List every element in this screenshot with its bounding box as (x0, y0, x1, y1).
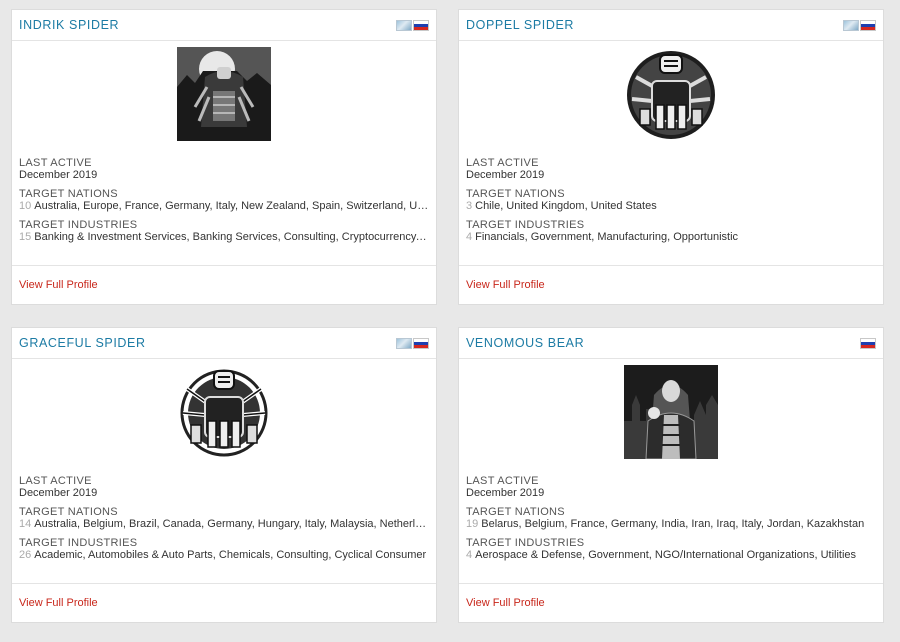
nations-list: Australia, Europe, France, Germany, Ital… (34, 200, 429, 212)
industries-count: 26 (19, 549, 32, 561)
card-header: DOPPEL SPIDER (459, 10, 883, 41)
card-header: INDRIK SPIDER (12, 10, 436, 41)
last-active-field: LAST ACTIVE December 2019 (466, 475, 876, 500)
last-active-field: LAST ACTIVE December 2019 (466, 157, 876, 182)
target-nations-label: TARGET NATIONS (19, 506, 118, 518)
nations-count: 3 (466, 200, 473, 212)
card-info: LAST ACTIVE December 2019 TARGET NATIONS… (459, 471, 883, 562)
card-footer: View Full Profile (459, 583, 883, 622)
target-nations-label: TARGET NATIONS (19, 188, 118, 200)
last-active-value: December 2019 (466, 169, 545, 181)
target-nations-value: 14 Australia, Belgium, Brazil, Canada, Ge… (19, 518, 429, 531)
industries-list: Banking & Investment Services, Banking S… (34, 231, 429, 243)
card-title[interactable]: DOPPEL SPIDER (466, 18, 574, 32)
industries-list: Financials, Government, Manufacturing, O… (475, 231, 739, 243)
nations-list: Belarus, Belgium, France, Germany, India… (481, 518, 865, 530)
last-active-value: December 2019 (466, 487, 545, 499)
view-full-profile-link[interactable]: View Full Profile (466, 279, 545, 291)
last-active-label: LAST ACTIVE (466, 475, 539, 487)
adversary-grid: INDRIK SPIDER LAST ACTIVE December 2019 … (0, 0, 900, 642)
target-industries-value: 26 Academic, Automobiles & Auto Parts, Ch… (19, 549, 429, 562)
nations-list: Australia, Belgium, Brazil, Canada, Germ… (34, 518, 429, 530)
portrait-container (12, 41, 436, 153)
nations-count: 14 (19, 518, 32, 530)
industries-count: 4 (466, 549, 473, 561)
portrait-container (459, 41, 883, 153)
flag-group (396, 337, 429, 349)
nations-count: 10 (19, 200, 32, 212)
last-active-label: LAST ACTIVE (19, 475, 92, 487)
target-industries-field: TARGET INDUSTRIES 15 Banking & Investment… (19, 219, 429, 244)
industries-list: Academic, Automobiles & Auto Parts, Chem… (34, 549, 427, 561)
last-active-value: December 2019 (19, 169, 98, 181)
last-active-field: LAST ACTIVE December 2019 (19, 475, 429, 500)
ecrime-flag-icon (396, 337, 412, 349)
target-industries-label: TARGET INDUSTRIES (466, 219, 585, 231)
target-industries-field: TARGET INDUSTRIES 26 Academic, Automobile… (19, 537, 429, 562)
portrait-container (12, 359, 436, 471)
ecrime-flag-icon (396, 19, 412, 31)
russia-flag-icon (860, 19, 876, 31)
industries-list: Aerospace & Defense, Government, NGO/Int… (475, 549, 857, 561)
russia-flag-icon (860, 337, 876, 349)
view-full-profile-link[interactable]: View Full Profile (466, 597, 545, 609)
last-active-field: LAST ACTIVE December 2019 (19, 157, 429, 182)
doppel-spider-portrait (627, 51, 715, 139)
flag-group (843, 19, 876, 31)
card-footer: View Full Profile (12, 265, 436, 304)
portrait-container (459, 359, 883, 471)
card-footer: View Full Profile (12, 583, 436, 622)
target-industries-field: TARGET INDUSTRIES 4 Aerospace & Defense, … (466, 537, 876, 562)
indrik-spider-portrait (177, 47, 271, 141)
adversary-card: INDRIK SPIDER LAST ACTIVE December 2019 … (11, 9, 437, 305)
nations-count: 19 (466, 518, 479, 530)
last-active-value: December 2019 (19, 487, 98, 499)
card-info: LAST ACTIVE December 2019 TARGET NATIONS… (12, 471, 436, 562)
target-nations-value: 19 Belarus, Belgium, France, Germany, Ind… (466, 518, 876, 531)
venomous-bear-portrait (624, 365, 718, 459)
view-full-profile-link[interactable]: View Full Profile (19, 279, 98, 291)
target-industries-value: 15 Banking & Investment Services, Banking… (19, 231, 429, 244)
target-nations-value: 3 Chile, United Kingdom, United States (466, 200, 876, 213)
target-nations-value: 10 Australia, Europe, France, Germany, It… (19, 200, 429, 213)
graceful-spider-portrait (180, 369, 268, 457)
card-header: GRACEFUL SPIDER (12, 328, 436, 359)
target-industries-label: TARGET INDUSTRIES (19, 219, 138, 231)
target-nations-field: TARGET NATIONS 10 Australia, Europe, Fran… (19, 188, 429, 213)
card-info: LAST ACTIVE December 2019 TARGET NATIONS… (12, 153, 436, 244)
target-industries-label: TARGET INDUSTRIES (19, 537, 138, 549)
target-industries-label: TARGET INDUSTRIES (466, 537, 585, 549)
industries-count: 4 (466, 231, 473, 243)
card-title[interactable]: VENOMOUS BEAR (466, 336, 584, 350)
card-title[interactable]: INDRIK SPIDER (19, 18, 119, 32)
flag-group (860, 337, 876, 349)
adversary-card: GRACEFUL SPIDER LAST ACTIVE December 201… (11, 327, 437, 623)
card-info: LAST ACTIVE December 2019 TARGET NATIONS… (459, 153, 883, 244)
target-industries-value: 4 Financials, Government, Manufacturing, … (466, 231, 876, 244)
flag-group (396, 19, 429, 31)
card-header: VENOMOUS BEAR (459, 328, 883, 359)
target-nations-field: TARGET NATIONS 3 Chile, United Kingdom, U… (466, 188, 876, 213)
russia-flag-icon (413, 337, 429, 349)
target-nations-field: TARGET NATIONS 14 Australia, Belgium, Bra… (19, 506, 429, 531)
card-footer: View Full Profile (459, 265, 883, 304)
last-active-label: LAST ACTIVE (19, 157, 92, 169)
target-nations-label: TARGET NATIONS (466, 188, 565, 200)
adversary-card: DOPPEL SPIDER LAST ACTIVE December 2019 … (458, 9, 884, 305)
target-industries-value: 4 Aerospace & Defense, Government, NGO/In… (466, 549, 876, 562)
last-active-label: LAST ACTIVE (466, 157, 539, 169)
ecrime-flag-icon (843, 19, 859, 31)
industries-count: 15 (19, 231, 32, 243)
card-title[interactable]: GRACEFUL SPIDER (19, 336, 146, 350)
view-full-profile-link[interactable]: View Full Profile (19, 597, 98, 609)
russia-flag-icon (413, 19, 429, 31)
target-nations-field: TARGET NATIONS 19 Belarus, Belgium, Franc… (466, 506, 876, 531)
target-industries-field: TARGET INDUSTRIES 4 Financials, Governmen… (466, 219, 876, 244)
target-nations-label: TARGET NATIONS (466, 506, 565, 518)
nations-list: Chile, United Kingdom, United States (475, 200, 657, 212)
adversary-card: VENOMOUS BEAR LAST ACTIVE December 2019 (458, 327, 884, 623)
